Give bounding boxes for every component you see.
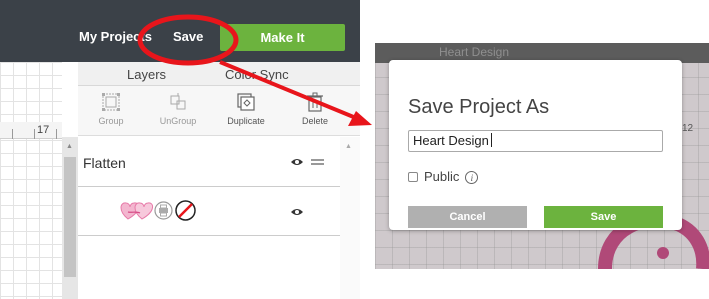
layer-row-heart[interactable] xyxy=(78,187,340,236)
no-fill-icon[interactable] xyxy=(175,200,196,221)
duplicate-button[interactable]: Duplicate xyxy=(216,92,276,126)
trash-icon xyxy=(307,92,323,112)
design-space-panel: My Projects Save Make It 17 ▲ Layers Col… xyxy=(0,0,360,299)
scroll-up-icon[interactable]: ▲ xyxy=(345,143,352,150)
save-project-dialog: Save Project As Heart Design Public i Can… xyxy=(389,60,682,230)
tab-layers[interactable]: Layers xyxy=(127,67,166,82)
my-projects-link[interactable]: My Projects xyxy=(79,29,152,44)
public-option: Public i xyxy=(408,169,479,184)
public-checkbox[interactable] xyxy=(408,172,418,182)
ungroup-icon xyxy=(170,93,186,110)
ruler-number: 12 xyxy=(682,123,694,134)
group-button[interactable]: Group xyxy=(81,92,141,126)
layer-row-flatten[interactable]: Flatten xyxy=(78,137,340,187)
cancel-button[interactable]: Cancel xyxy=(408,206,527,228)
scrollbar-thumb[interactable] xyxy=(64,157,76,277)
layer-toolbar: Group UnGroup Duplicate Delete xyxy=(78,86,360,136)
ungroup-button[interactable]: UnGroup xyxy=(148,92,208,126)
layers-scrollbar[interactable]: ▲ xyxy=(340,137,360,299)
tab-color-sync[interactable]: Color Sync xyxy=(225,67,289,82)
layer-label: Flatten xyxy=(83,155,126,171)
ungroup-label: UnGroup xyxy=(159,116,197,126)
make-it-button[interactable]: Make It xyxy=(220,24,345,51)
eye-icon[interactable] xyxy=(290,157,304,167)
delete-label: Delete xyxy=(301,116,328,126)
text-caret xyxy=(490,133,492,147)
duplicate-icon xyxy=(237,93,255,111)
eye-icon[interactable] xyxy=(290,207,304,217)
save-link[interactable]: Save xyxy=(173,29,203,44)
top-bar: My Projects Save Make It xyxy=(0,0,360,62)
ruler-tick xyxy=(56,129,57,139)
save-button[interactable]: Save xyxy=(544,206,663,228)
save-dialog-screenshot: Heart Design 12 Save Project As Heart De… xyxy=(375,43,709,269)
scroll-up-icon[interactable]: ▲ xyxy=(66,143,73,150)
project-name-value: Heart Design xyxy=(413,133,489,148)
group-icon xyxy=(102,93,120,111)
ruler-tick xyxy=(12,129,13,139)
panel-tabs: Layers Color Sync xyxy=(78,62,360,86)
public-label[interactable]: Public xyxy=(424,169,459,184)
delete-button[interactable]: Delete xyxy=(285,92,345,126)
ruler-number: 17 xyxy=(37,124,50,136)
duplicate-label: Duplicate xyxy=(227,116,265,126)
project-name-input[interactable]: Heart Design xyxy=(408,130,663,152)
hearts-thumbnail-icon xyxy=(120,202,153,220)
group-label: Group xyxy=(98,116,124,126)
print-icon[interactable] xyxy=(154,201,173,220)
ruler-tick xyxy=(34,129,35,139)
drag-handle-icon[interactable] xyxy=(311,159,324,165)
canvas-scrollbar[interactable]: ▲ xyxy=(62,137,78,299)
dialog-title: Save Project As xyxy=(408,96,550,118)
info-icon[interactable]: i xyxy=(465,171,479,184)
background-project-title: Heart Design xyxy=(439,45,510,59)
horizontal-ruler xyxy=(0,122,62,139)
canvas-grid[interactable] xyxy=(0,62,62,299)
